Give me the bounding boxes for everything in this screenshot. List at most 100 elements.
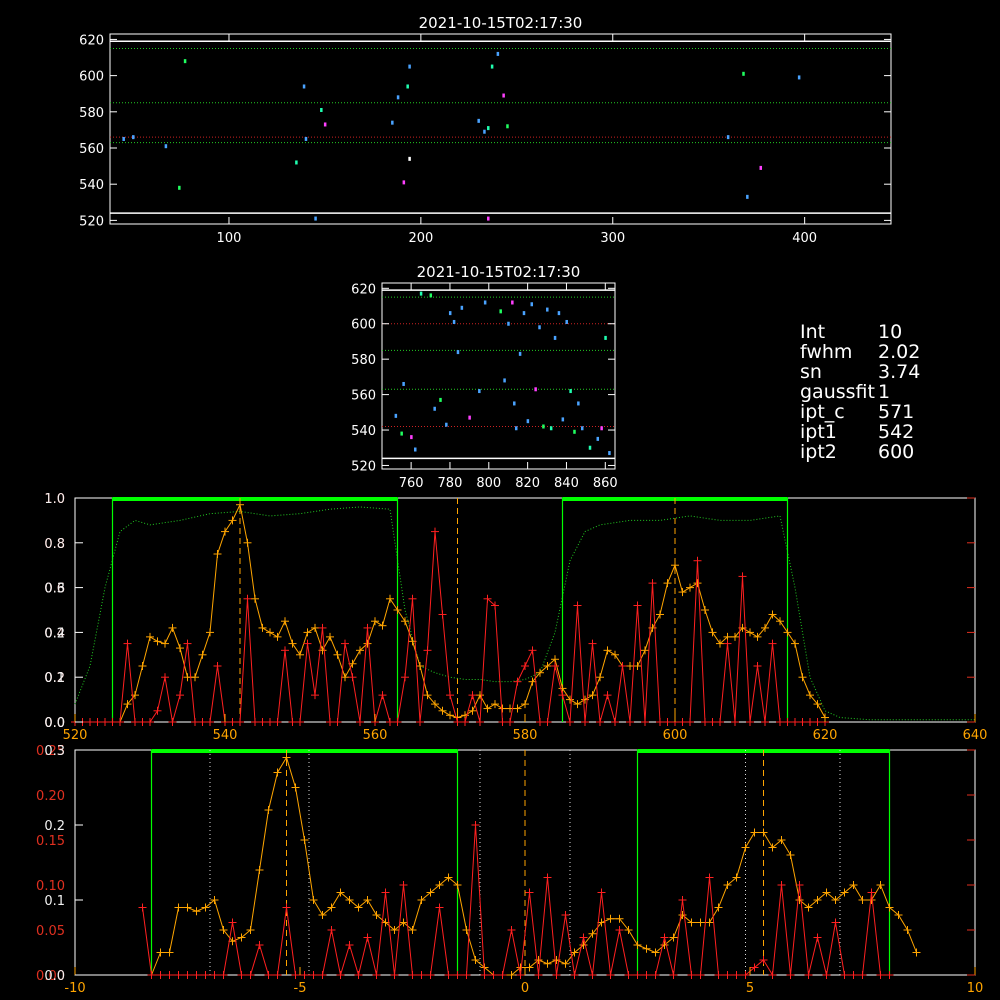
info-value: 3.74 — [878, 361, 921, 383]
x-tick-label: 520 — [63, 728, 88, 743]
x-tick-label: 780 — [438, 476, 463, 491]
data-point — [408, 156, 411, 161]
green-band — [150, 749, 459, 975]
info-value: 542 — [878, 421, 915, 443]
data-point — [580, 426, 584, 431]
x-tick-label: 100 — [217, 231, 242, 246]
x-tick-label: 10 — [967, 981, 984, 996]
info-key: fwhm — [800, 341, 853, 363]
data-point — [797, 75, 801, 80]
y-tick-label-white-2: 0.0 — [44, 716, 65, 731]
data-point — [391, 120, 394, 125]
y-tick-label-white-2: 0.1 — [44, 671, 65, 686]
x-tick-label: 600 — [663, 728, 688, 743]
data-point — [526, 419, 530, 424]
data-point — [439, 397, 442, 402]
data-point — [483, 300, 487, 305]
series-line — [119, 503, 826, 723]
data-point — [518, 351, 522, 356]
y-tick-label: 600 — [351, 318, 376, 333]
y-tick-label: 580 — [79, 106, 104, 121]
data-point — [506, 124, 509, 129]
data-point — [132, 135, 135, 140]
info-key: ipt_c — [800, 401, 845, 423]
y-tick-label-white: 0.8 — [44, 537, 65, 552]
data-point — [538, 325, 541, 330]
y-tick-label: 580 — [351, 353, 376, 368]
data-point — [414, 447, 417, 452]
y-tick-label-white: 1.0 — [44, 492, 65, 507]
series-line — [74, 506, 975, 721]
data-point — [302, 84, 306, 89]
x-tick-label: 540 — [213, 728, 238, 743]
info-value: 1 — [878, 381, 891, 403]
info-key: ipt2 — [800, 441, 837, 463]
info-row: Int 10 — [800, 322, 920, 342]
data-point — [406, 84, 409, 89]
data-point — [433, 406, 436, 411]
x-tick-label: 760 — [399, 476, 424, 491]
info-row: sn 3.74 — [800, 362, 920, 382]
y-tick-label-white-2: 0.3 — [44, 582, 65, 597]
x-tick-label: -10 — [64, 981, 85, 996]
info-value: 2.02 — [878, 341, 921, 363]
y-tick-label: 620 — [79, 33, 104, 48]
data-point — [429, 293, 433, 298]
data-point — [122, 136, 125, 141]
info-key: Int — [800, 321, 826, 343]
data-point — [565, 319, 568, 324]
x-tick-label: 640 — [963, 728, 988, 743]
data-point — [573, 429, 576, 434]
info-row: ipt_c 571 — [800, 402, 920, 422]
x-tick-label: 620 — [813, 728, 838, 743]
data-point — [600, 426, 603, 431]
data-point — [452, 319, 456, 324]
x-tick-label: 860 — [593, 476, 618, 491]
info-value: 10 — [878, 321, 903, 343]
y-tick-label: 620 — [351, 282, 376, 297]
data-point — [502, 93, 505, 98]
data-point — [295, 160, 298, 165]
x-tick-label: 200 — [408, 231, 433, 246]
data-point — [323, 122, 327, 127]
data-point — [530, 302, 534, 307]
data-point — [320, 108, 323, 112]
data-point — [402, 180, 406, 185]
x-tick-label: 560 — [363, 728, 388, 743]
chart-title: 2021-10-15T02:17:30 — [417, 263, 581, 281]
data-point — [726, 135, 730, 140]
chart-title: 2021-10-15T02:17:30 — [419, 14, 583, 32]
data-point — [496, 51, 500, 56]
x-tick-label: 820 — [515, 476, 540, 491]
panel-3: -10 -5 0 5 100.000.050.100.150.200.250.00.10… — [36, 744, 983, 996]
series-line — [151, 756, 917, 976]
x-tick-label: 580 — [513, 728, 538, 743]
data-point — [608, 451, 611, 456]
y-tick-label: 520 — [79, 214, 104, 229]
data-point — [588, 445, 592, 450]
data-point — [549, 426, 553, 431]
data-point — [448, 311, 452, 316]
data-point — [314, 216, 317, 221]
figure-canvas: 2021-10-15T02:17:30 100 200 300 400 520 540 560… — [36, 14, 988, 996]
x-tick-label: 300 — [600, 231, 625, 246]
x-tick-label: 400 — [792, 231, 817, 246]
data-point — [490, 64, 494, 69]
info-key: ipt1 — [800, 421, 837, 443]
data-point — [742, 71, 745, 76]
data-point — [178, 185, 181, 190]
data-point — [557, 311, 561, 316]
y-tick-label-white: 0.3 — [44, 744, 65, 759]
data-point — [546, 307, 549, 312]
x-tick-label: 800 — [476, 476, 501, 491]
data-point — [514, 426, 518, 431]
data-point — [513, 401, 516, 406]
data-point — [577, 401, 580, 406]
panel-0: 2021-10-15T02:17:30 100 200 300 400 520 540 560… — [79, 14, 892, 246]
y-tick-label-white: 0.2 — [44, 819, 65, 834]
data-point — [183, 59, 187, 64]
y-tick-label-red: 0.05 — [36, 924, 65, 939]
info-row: ipt1 542 — [800, 422, 920, 442]
y-tick-label-red: 0.15 — [36, 834, 65, 849]
data-point — [561, 417, 565, 422]
